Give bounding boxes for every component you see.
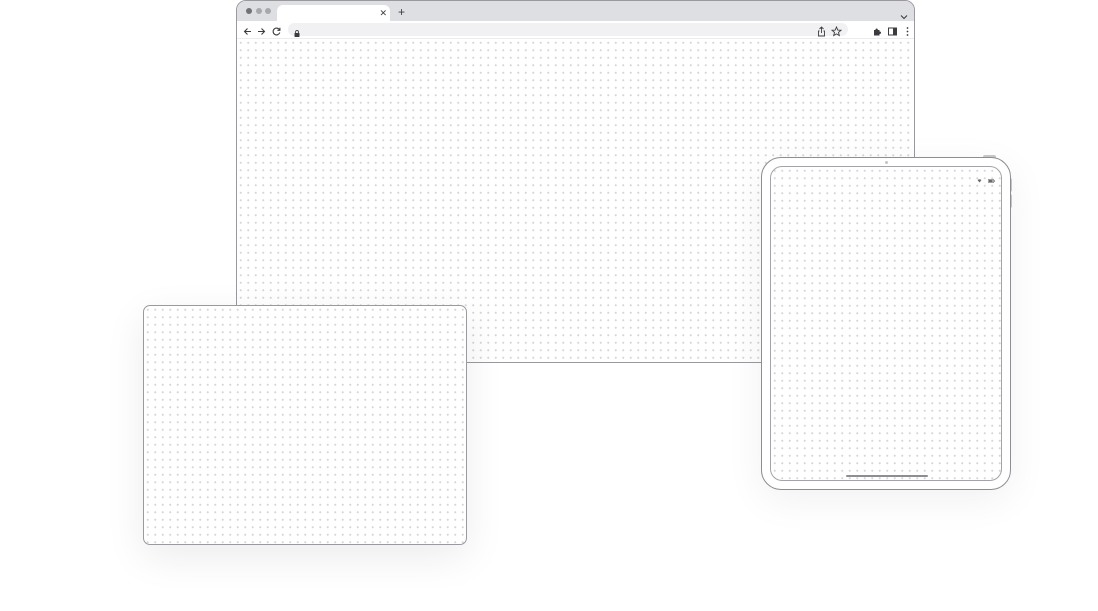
tab-close-icon[interactable]: ✕ [379, 6, 387, 20]
window-maximize-dot[interactable] [265, 8, 271, 14]
window-close-dot[interactable] [246, 8, 252, 14]
tablet-landscape-screen [143, 305, 467, 545]
ipad-screen [770, 166, 1002, 481]
arrow-right-icon[interactable] [256, 24, 267, 35]
kebab-menu-icon[interactable] [902, 24, 913, 36]
side-panel-icon[interactable] [887, 24, 898, 36]
reload-icon[interactable] [271, 24, 282, 36]
battery-icon [988, 170, 995, 188]
puzzle-icon[interactable] [872, 24, 883, 36]
browser-toolbar [237, 21, 914, 39]
home-indicator[interactable] [846, 475, 928, 477]
device-mockups-canvas: ✕ + [0, 0, 1098, 611]
status-bar [977, 170, 995, 188]
ipad-device [761, 157, 1011, 490]
browser-tab[interactable]: ✕ [277, 5, 390, 21]
arrow-left-icon[interactable] [242, 24, 253, 35]
address-bar[interactable] [288, 23, 848, 37]
wifi-icon [977, 170, 982, 188]
tab-strip: ✕ + [237, 1, 914, 21]
camera-icon [885, 161, 888, 164]
window-minimize-dot[interactable] [256, 8, 262, 14]
new-tab-button[interactable]: + [398, 4, 405, 20]
